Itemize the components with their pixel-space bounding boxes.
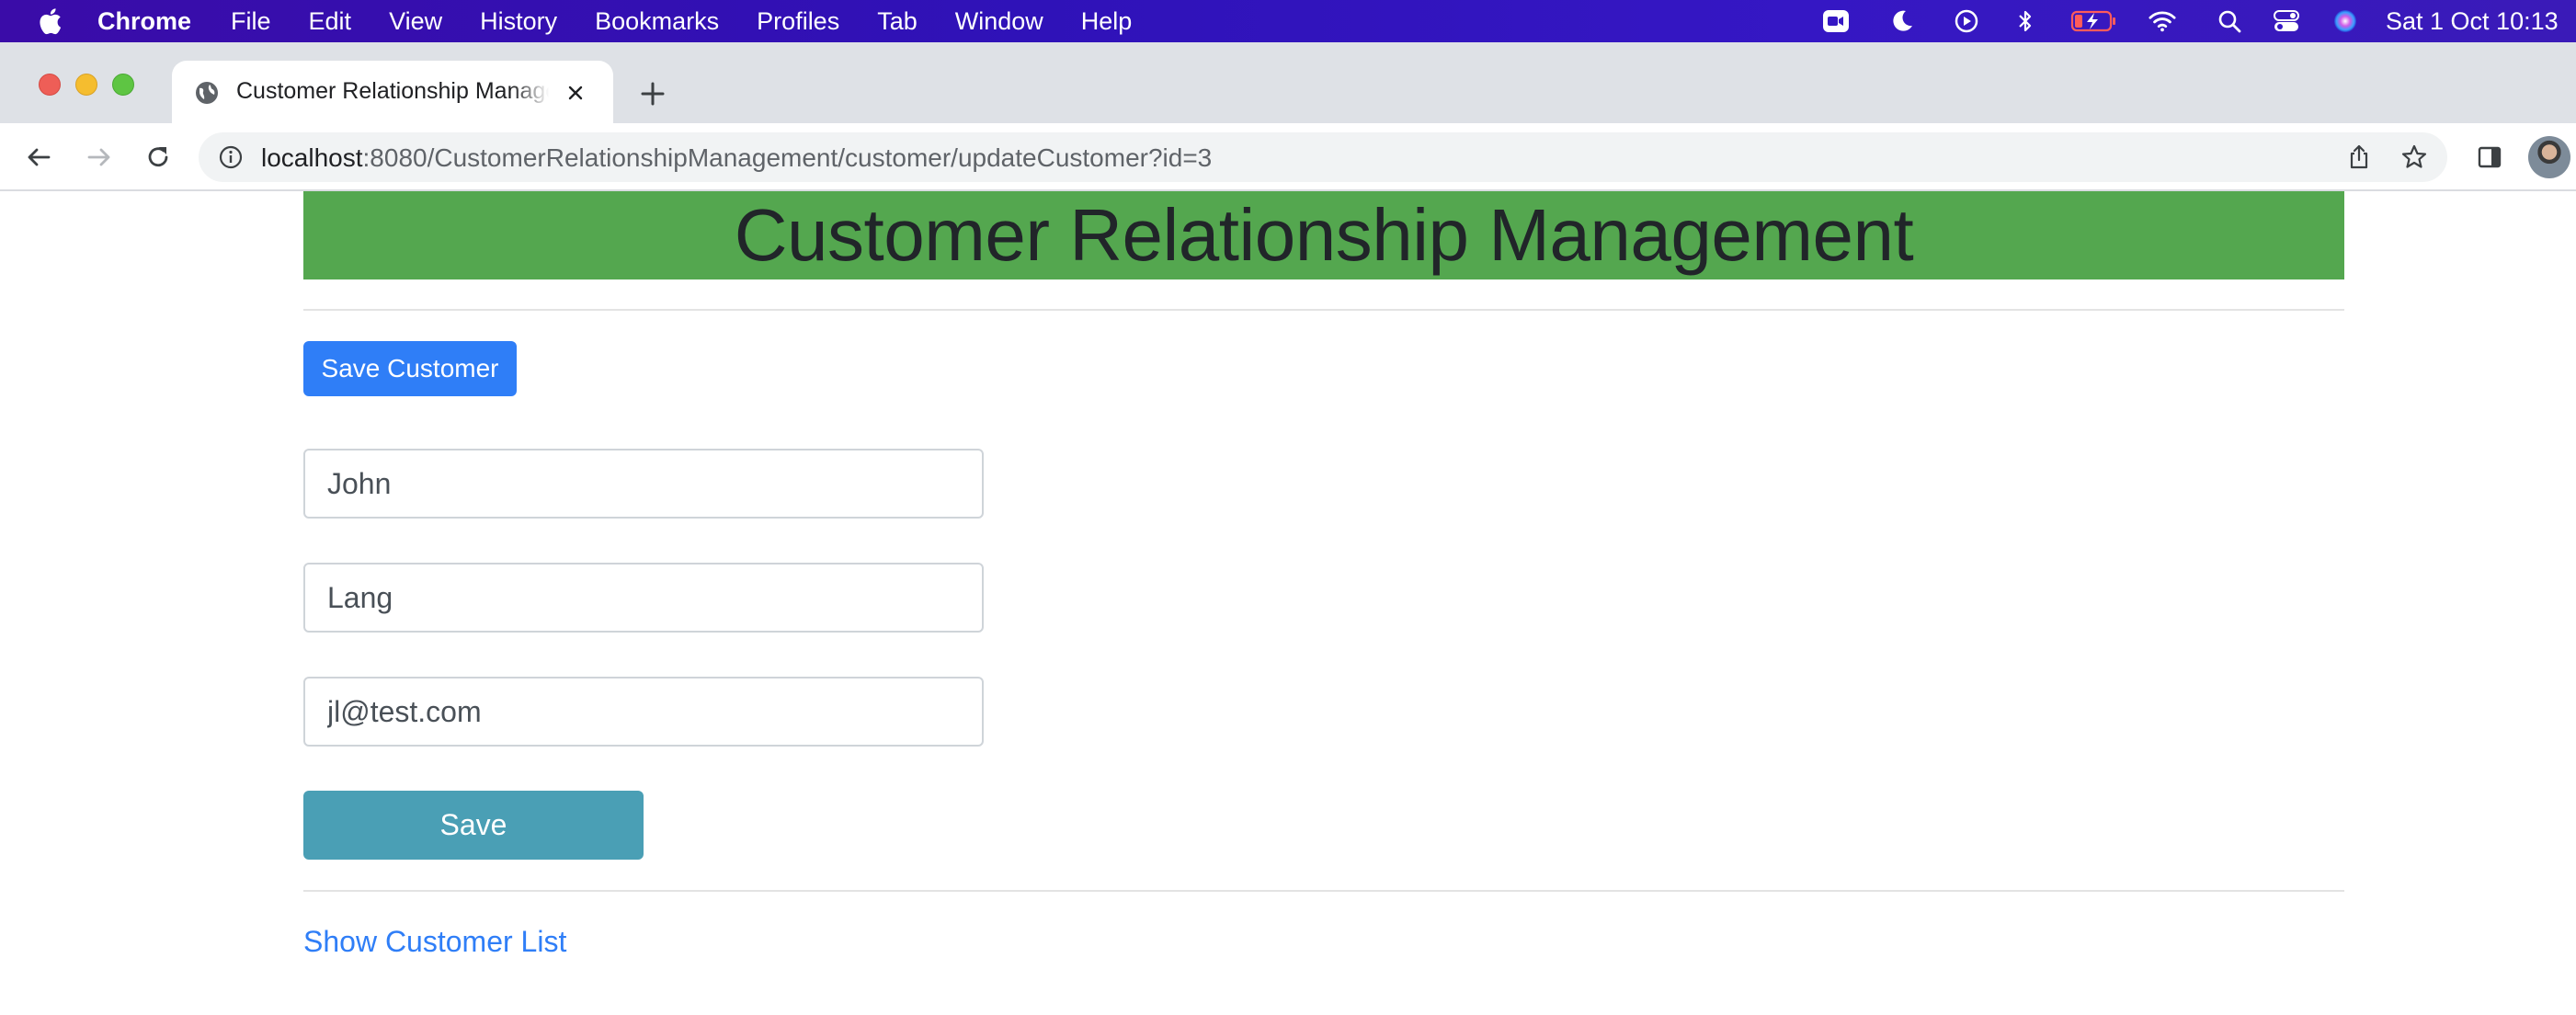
back-arrow-icon[interactable]	[20, 139, 57, 176]
address-bar[interactable]: localhost:8080/CustomerRelationshipManag…	[199, 132, 2447, 182]
share-icon[interactable]	[2344, 143, 2374, 172]
menu-profiles[interactable]: Profiles	[757, 7, 839, 36]
new-tab-plus-icon[interactable]	[636, 77, 669, 110]
side-panel-icon[interactable]	[2471, 139, 2508, 176]
control-center-icon[interactable]	[2273, 8, 2300, 34]
menubar-clock[interactable]: Sat 1 Oct 10:13	[2386, 0, 2559, 42]
menu-items: Chrome File Edit View History Bookmarks …	[97, 0, 1169, 42]
divider-bottom	[303, 890, 2344, 892]
window-zoom-button[interactable]	[112, 74, 134, 96]
siri-icon[interactable]	[2331, 8, 2359, 34]
save-customer-button[interactable]: Save Customer	[303, 341, 517, 396]
menu-help[interactable]: Help	[1081, 7, 1133, 36]
url-host: localhost	[261, 143, 363, 172]
forward-arrow-icon[interactable]	[81, 139, 118, 176]
url-text[interactable]: localhost:8080/CustomerRelationshipManag…	[261, 143, 1212, 173]
first-name-field[interactable]	[303, 449, 984, 519]
bookmark-star-icon[interactable]	[2399, 143, 2429, 172]
bluetooth-icon[interactable]	[2012, 8, 2039, 34]
menu-tab[interactable]: Tab	[877, 7, 918, 36]
show-customer-list-link[interactable]: Show Customer List	[303, 925, 566, 959]
tab-title: Customer Relationship Management	[236, 78, 549, 104]
moon-focus-icon[interactable]	[1888, 8, 1916, 34]
menu-edit[interactable]: Edit	[309, 7, 352, 36]
save-button[interactable]: Save	[303, 791, 644, 860]
page-title: Customer Relationship Management	[734, 194, 1914, 276]
page-content: Customer Relationship Management Save Cu…	[0, 191, 2576, 1015]
menu-app-chrome[interactable]: Chrome	[97, 7, 191, 36]
email-field[interactable]	[303, 677, 984, 747]
menu-history[interactable]: History	[480, 7, 557, 36]
facetime-camera-icon[interactable]	[1822, 8, 1850, 34]
reload-icon[interactable]	[140, 139, 177, 176]
profile-avatar[interactable]	[2528, 136, 2570, 178]
macos-menu-bar: Chrome File Edit View History Bookmarks …	[0, 0, 2576, 42]
browser-toolbar: localhost:8080/CustomerRelationshipManag…	[0, 123, 2576, 191]
window-minimize-button[interactable]	[75, 74, 97, 96]
play-circle-icon[interactable]	[1953, 8, 1980, 34]
spotlight-search-icon[interactable]	[2216, 8, 2243, 34]
window-close-button[interactable]	[39, 74, 61, 96]
battery-charging-icon[interactable]	[2070, 8, 2118, 34]
apple-logo-icon[interactable]	[35, 6, 63, 36]
menu-window[interactable]: Window	[955, 7, 1043, 36]
menu-file[interactable]: File	[231, 7, 271, 36]
menu-view[interactable]: View	[389, 7, 442, 36]
globe-favicon-icon	[196, 82, 218, 104]
tab-close-icon[interactable]	[562, 79, 589, 107]
menu-bookmarks[interactable]: Bookmarks	[595, 7, 719, 36]
last-name-field[interactable]	[303, 563, 984, 633]
divider-top	[303, 309, 2344, 311]
site-info-icon[interactable]	[217, 143, 245, 171]
wifi-icon[interactable]	[2149, 8, 2176, 34]
browser-tab-active[interactable]: Customer Relationship Management	[172, 61, 613, 123]
url-path: :8080/CustomerRelationshipManagement/cus…	[362, 143, 1213, 172]
header-banner: Customer Relationship Management	[303, 191, 2344, 279]
